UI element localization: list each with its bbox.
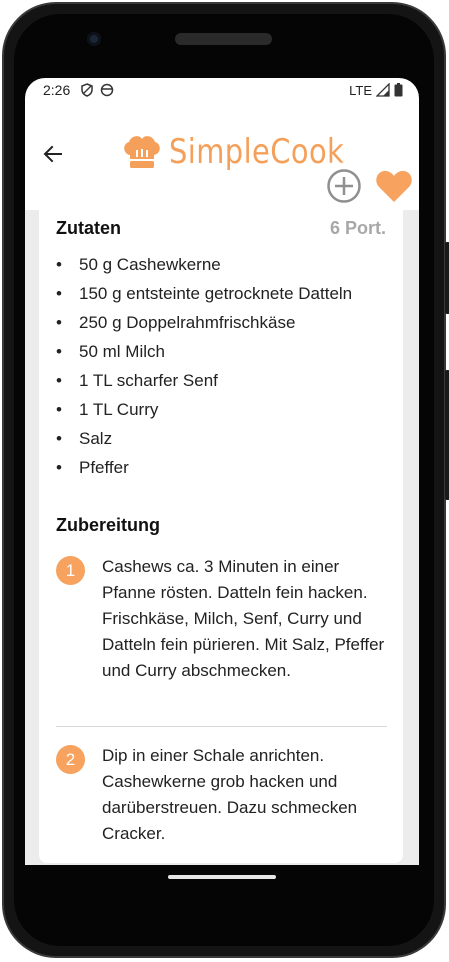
- list-item: • 50 g Cashewkerne: [56, 255, 221, 274]
- app-title: SimpleCook: [169, 132, 345, 172]
- list-item: • 1 TL scharfer Senf: [56, 371, 218, 390]
- network-label: LTE: [349, 82, 372, 98]
- step-text: Cashews ca. 3 Minuten in einer Pfanne rö…: [102, 557, 385, 680]
- home-gesture-bar[interactable]: [168, 875, 276, 879]
- list-item: • 150 g entsteinte getrocknete Datteln: [56, 284, 353, 303]
- step-item: 1 Cashews ca. 3 Minuten in einer Pfanne …: [56, 554, 386, 684]
- ingredients-list: • 50 g Cashewkerne • 150 g entsteinte getr…: [56, 253, 352, 485]
- app-screen: 2:26 LTE SimpleCook Zutaten 6 Port. • 50…: [25, 78, 419, 865]
- list-item: • Salz: [56, 429, 113, 448]
- signal-icon: [376, 83, 390, 97]
- ingredients-heading: Zutaten: [56, 218, 121, 238]
- app-logo: SimpleCook: [121, 132, 375, 172]
- power-button: [445, 242, 449, 314]
- list-item: • 50 ml Milch: [56, 342, 165, 361]
- preparation-heading: Zubereitung: [56, 515, 160, 535]
- step-divider: [56, 726, 387, 727]
- earpiece-speaker: [175, 33, 272, 45]
- step-number-badge: 1: [56, 556, 85, 585]
- status-time: 2:26: [43, 82, 71, 98]
- list-item: • Pfeffer: [56, 458, 129, 477]
- heart-icon[interactable]: [375, 168, 413, 204]
- back-arrow-icon: [43, 145, 62, 163]
- shield-icon: [81, 83, 93, 97]
- portions-label[interactable]: 6 Port.: [330, 218, 386, 239]
- front-camera: [87, 32, 101, 46]
- list-item: • 1 TL Curry: [56, 400, 159, 419]
- face-icon: [101, 83, 114, 97]
- recipe-content: Zutaten 6 Port. • 50 g Cashewkerne • 150 g…: [25, 210, 419, 865]
- volume-button: [445, 370, 449, 500]
- back-button[interactable]: [39, 140, 67, 168]
- recipe-card: Zutaten 6 Port. • 50 g Cashewkerne • 150 g…: [39, 210, 403, 863]
- list-item: • 250 g Doppelrahmfrischkäse: [56, 313, 296, 332]
- add-circle-icon[interactable]: [326, 168, 362, 204]
- battery-icon: [394, 83, 403, 97]
- step-text: Dip in einer Schale anrichten. Cashewker…: [102, 746, 358, 843]
- step-number-badge: 2: [56, 745, 85, 774]
- chef-hat-icon: [124, 136, 160, 168]
- step-item: 2 Dip in einer Schale anrichten. Cashewk…: [56, 743, 386, 847]
- status-bar: 2:26 LTE: [25, 78, 419, 102]
